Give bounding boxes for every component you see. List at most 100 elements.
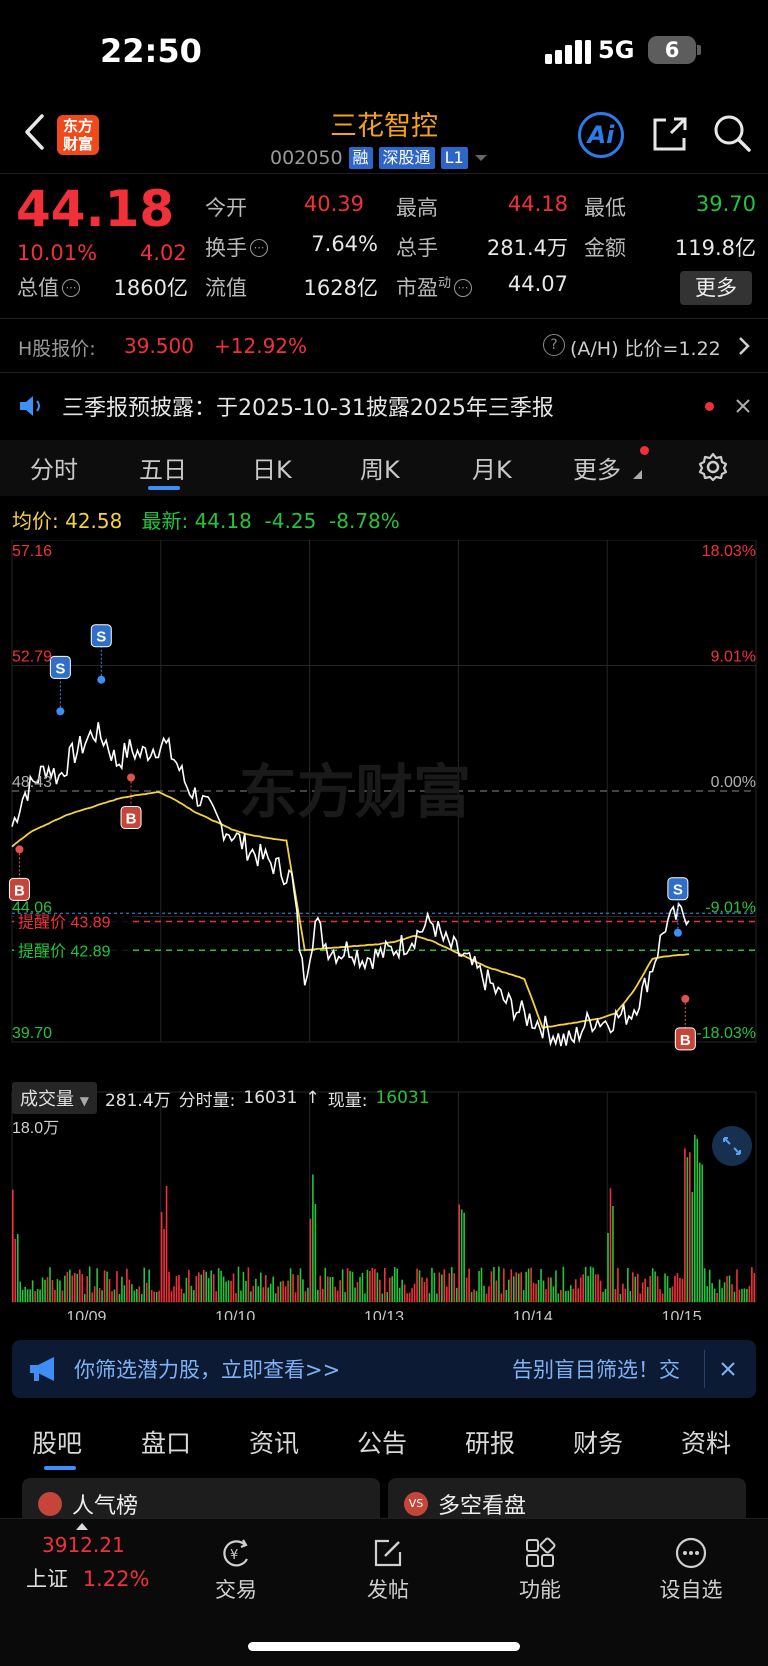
nav-trade[interactable]: ¥ 交易 — [196, 1537, 276, 1604]
tab-finance[interactable]: 财务 — [573, 1424, 623, 1460]
index-row[interactable]: 上证 1.22% — [26, 1563, 149, 1593]
ai-button[interactable]: Ai — [578, 112, 624, 158]
marker-dot — [673, 928, 682, 937]
card-popularity[interactable]: 人气榜 — [22, 1478, 380, 1519]
volume-bar — [277, 1286, 279, 1302]
volume-bar — [473, 1289, 475, 1302]
stock-code-row[interactable]: 002050 融 深股通 L1 — [270, 145, 488, 171]
volume-bar — [113, 1289, 116, 1302]
ad-link[interactable]: 告别盲目筛选！交 — [512, 1354, 680, 1384]
volume-bar — [498, 1266, 500, 1302]
volume-bar — [612, 1205, 614, 1302]
volume-bar — [505, 1289, 508, 1302]
volume-bar — [629, 1291, 632, 1302]
y-axis-label-left: 57.16 — [12, 543, 52, 560]
volume-bar — [592, 1267, 594, 1302]
nav-post[interactable]: 发帖 — [348, 1537, 428, 1604]
close-icon[interactable] — [735, 398, 751, 414]
share-icon[interactable] — [650, 114, 690, 154]
volume-bar — [217, 1268, 220, 1302]
grid-icon — [526, 1537, 556, 1567]
close-icon[interactable] — [720, 1361, 736, 1377]
volume-bar — [659, 1289, 661, 1302]
tab-monthly-k[interactable]: 月K — [472, 450, 512, 485]
volume-bar — [245, 1280, 247, 1302]
nav-functions[interactable]: 功能 — [500, 1537, 580, 1604]
index-value[interactable]: 3912.21 — [42, 1533, 125, 1557]
tab-more[interactable]: 更多 — [573, 450, 621, 485]
x-axis-label: 10/14 — [513, 1309, 553, 1320]
volume-bar — [723, 1282, 726, 1302]
indicator-select[interactable]: 成交量 ▼ — [12, 1082, 97, 1114]
tab-weekly-k[interactable]: 周K — [360, 450, 400, 485]
tab-profile[interactable]: 资料 — [681, 1424, 731, 1460]
watermark: 东方财富 — [239, 760, 471, 825]
volume-bar — [158, 1290, 160, 1302]
volume-bar — [458, 1204, 460, 1302]
volume-bar — [153, 1291, 155, 1302]
stock-code: 002050 — [270, 147, 343, 169]
volume-header: 成交量 ▼ 281.4万 分时量: 16031 ↑ 现量: 16031 — [12, 1082, 430, 1114]
tab-news[interactable]: 资讯 — [249, 1424, 299, 1460]
volume-bar — [150, 1289, 153, 1302]
volume-bar — [555, 1270, 557, 1302]
volume-bar — [708, 1269, 711, 1302]
info-icon[interactable]: ⋯ — [250, 239, 268, 257]
settings-gear-icon[interactable] — [698, 452, 728, 482]
volume-bar — [366, 1269, 369, 1302]
tab-orderbook[interactable]: 盘口 — [141, 1424, 191, 1460]
volume-bar — [297, 1274, 299, 1302]
card-long-short[interactable]: VS 多空看盘 — [388, 1478, 746, 1519]
ad-banner[interactable]: 你筛选潜力股，立即查看>> 告别盲目筛选！交 — [12, 1340, 756, 1398]
y-axis-label-right: 9.01% — [711, 649, 756, 666]
volume-bar — [448, 1273, 451, 1302]
volume-bar — [731, 1284, 733, 1302]
y-axis-label-left: 52.79 — [12, 649, 52, 666]
search-icon[interactable] — [712, 113, 752, 155]
expand-icon[interactable] — [712, 1126, 752, 1166]
volume-bar — [200, 1274, 203, 1302]
volume-bar — [78, 1269, 81, 1302]
volume-bar — [96, 1268, 98, 1302]
tab-guba[interactable]: 股吧 — [32, 1424, 82, 1460]
notice-bar[interactable]: 三季报预披露：于2025-10-31披露2025年三季报 — [0, 378, 768, 436]
hshare-row[interactable]: H股报价: 39.500 +12.92% ? (A/H) 比价=1.22 — [0, 318, 768, 372]
five-day-chart[interactable]: 东方财富 提醒价 43.89提醒价 42.89 BSSBBS 57.1652.7… — [0, 540, 768, 1320]
volume-total: 281.4万 — [104, 1090, 171, 1111]
info-icon[interactable]: ⋯ — [62, 279, 80, 297]
help-icon[interactable]: ? — [543, 334, 565, 356]
tab-five-day[interactable]: 五日 — [139, 450, 187, 485]
volume-bar — [138, 1286, 141, 1302]
y-axis-label-left: 44.06 — [12, 900, 52, 917]
volume-bar — [359, 1276, 361, 1302]
volume-bar — [751, 1267, 753, 1302]
tab-daily-k[interactable]: 日K — [252, 450, 292, 485]
tab-announcements[interactable]: 公告 — [357, 1424, 407, 1460]
tab-intraday[interactable]: 分时 — [30, 450, 78, 485]
volume-bar — [515, 1272, 518, 1302]
trade-markers: B S S B B S — [8, 624, 696, 1051]
volume-bar — [341, 1269, 344, 1302]
volume-bar — [312, 1174, 314, 1302]
volume-bar — [674, 1275, 676, 1302]
clock: 22:50 — [100, 32, 202, 70]
volume-bar — [426, 1277, 428, 1302]
volume-bar — [61, 1290, 64, 1302]
volume-bar — [133, 1290, 136, 1302]
caret-down-icon — [474, 155, 487, 161]
info-icon[interactable]: ⋯ — [454, 279, 473, 297]
last-price: 44.18 — [16, 180, 175, 238]
volume-bar — [594, 1274, 597, 1302]
volume-bar — [570, 1285, 572, 1302]
battery-icon: 6 — [648, 36, 696, 64]
volume-bar — [619, 1293, 622, 1302]
nav-add-watchlist[interactable]: 设自选 — [651, 1537, 731, 1604]
tab-research[interactable]: 研报 — [465, 1424, 515, 1460]
volume-bar — [307, 1287, 309, 1302]
volume-bar — [66, 1271, 69, 1302]
volume-bar — [222, 1276, 225, 1302]
megaphone-icon — [30, 1357, 54, 1381]
amount-label: 金额 — [584, 236, 626, 260]
more-button[interactable]: 更多 — [680, 271, 752, 305]
feature-cards: 人气榜 VS 多空看盘 — [0, 1478, 768, 1519]
